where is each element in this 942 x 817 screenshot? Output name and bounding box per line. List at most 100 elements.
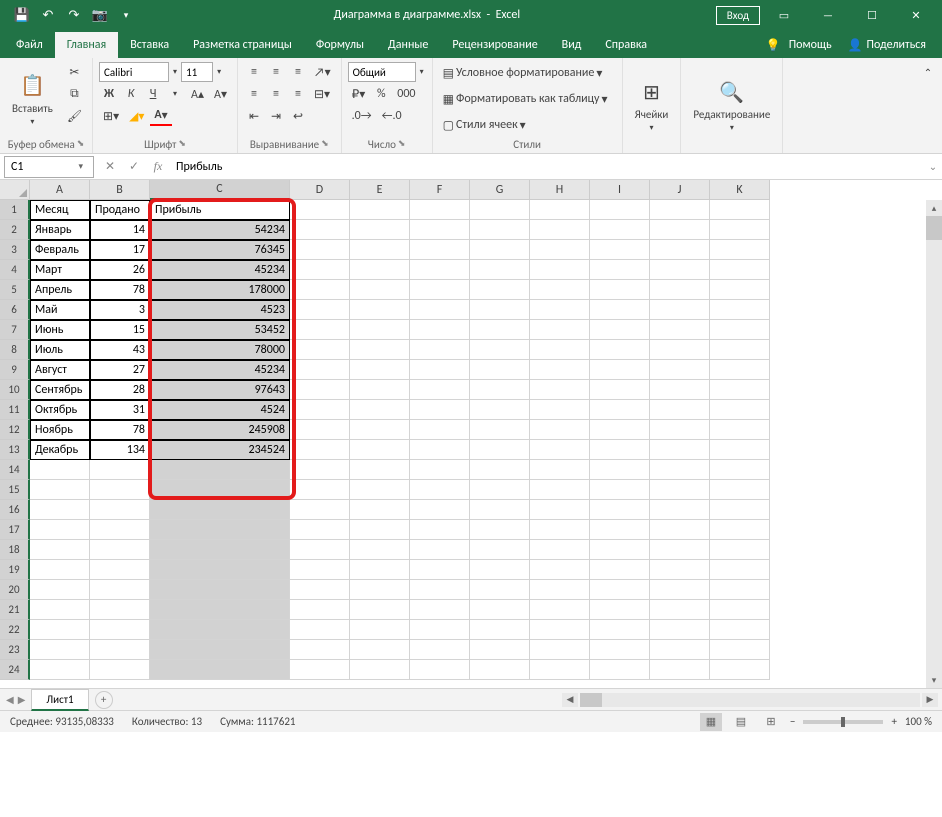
cell[interactable] (650, 580, 710, 600)
cell[interactable] (710, 600, 770, 620)
cell[interactable] (710, 460, 770, 480)
copy-icon[interactable]: ⧉ (63, 84, 86, 104)
cell[interactable] (350, 420, 410, 440)
chevron-down-icon[interactable]: ▾ (165, 84, 185, 104)
conditional-formatting-button[interactable]: ▤ Условное форматирование ▾ (439, 62, 616, 84)
cell[interactable] (290, 500, 350, 520)
expand-formula-bar-icon[interactable]: ⌄ (924, 160, 942, 173)
cell[interactable] (650, 460, 710, 480)
undo-icon[interactable]: ↶ (36, 3, 60, 27)
column-header[interactable]: D (290, 180, 350, 200)
cell[interactable] (410, 620, 470, 640)
cell[interactable] (90, 580, 150, 600)
cell[interactable] (530, 220, 590, 240)
column-header[interactable]: F (410, 180, 470, 200)
cell[interactable] (290, 380, 350, 400)
cell-styles-button[interactable]: ▢ Стили ячеек ▾ (439, 114, 616, 136)
cell[interactable] (290, 560, 350, 580)
align-left-icon[interactable]: ≡ (244, 84, 264, 104)
cell[interactable] (30, 660, 90, 680)
cell[interactable] (710, 280, 770, 300)
cell[interactable] (90, 600, 150, 620)
cell[interactable] (590, 520, 650, 540)
cell[interactable] (410, 440, 470, 460)
scroll-right-icon[interactable]: ▶ (922, 693, 938, 707)
cell[interactable] (290, 440, 350, 460)
cell[interactable] (150, 460, 290, 480)
cell[interactable] (470, 460, 530, 480)
column-header[interactable]: C (150, 180, 290, 200)
cell[interactable] (410, 500, 470, 520)
tab-review[interactable]: Рецензирование (440, 32, 549, 58)
dialog-launcher-icon[interactable]: ⬊ (321, 138, 329, 151)
currency-icon[interactable]: ₽▾ (348, 84, 370, 104)
cell[interactable] (710, 500, 770, 520)
cell[interactable] (470, 280, 530, 300)
cell[interactable]: 4523 (150, 300, 290, 320)
row-header[interactable]: 5 (0, 280, 30, 300)
row-header[interactable]: 18 (0, 540, 30, 560)
column-header[interactable]: G (470, 180, 530, 200)
cell[interactable] (30, 540, 90, 560)
cell[interactable] (350, 400, 410, 420)
cell[interactable] (590, 460, 650, 480)
cell[interactable] (470, 620, 530, 640)
cell[interactable] (290, 600, 350, 620)
cell[interactable] (530, 600, 590, 620)
chevron-down-icon[interactable]: ▾ (171, 67, 179, 77)
cell[interactable] (530, 200, 590, 220)
cell[interactable] (530, 580, 590, 600)
cell[interactable] (590, 620, 650, 640)
cell[interactable] (530, 320, 590, 340)
cell[interactable]: 17 (90, 240, 150, 260)
cell[interactable] (410, 560, 470, 580)
cell[interactable]: 76345 (150, 240, 290, 260)
cell[interactable] (470, 580, 530, 600)
column-header[interactable]: E (350, 180, 410, 200)
cell[interactable] (530, 520, 590, 540)
cell[interactable]: Апрель (30, 280, 90, 300)
format-painter-icon[interactable]: 🖌 (63, 106, 86, 126)
cell[interactable] (90, 520, 150, 540)
fill-color-icon[interactable]: ◢▾ (125, 106, 148, 126)
cell[interactable] (710, 380, 770, 400)
cell[interactable] (590, 240, 650, 260)
cell[interactable]: 43 (90, 340, 150, 360)
cell[interactable] (90, 560, 150, 580)
merge-icon[interactable]: ⊟▾ (310, 84, 334, 104)
cell[interactable]: Сентябрь (30, 380, 90, 400)
cell[interactable]: Август (30, 360, 90, 380)
vertical-scrollbar[interactable]: ▴ ▾ (926, 200, 942, 688)
cell[interactable]: 54234 (150, 220, 290, 240)
cell[interactable] (710, 400, 770, 420)
zoom-slider[interactable] (803, 720, 883, 724)
chevron-down-icon[interactable]: ▾ (215, 67, 223, 77)
cell[interactable]: 97643 (150, 380, 290, 400)
cell[interactable] (470, 480, 530, 500)
align-middle-icon[interactable]: ≡ (266, 62, 286, 82)
close-button[interactable]: ✕ (896, 0, 936, 30)
cell[interactable] (650, 640, 710, 660)
cell[interactable] (410, 540, 470, 560)
cancel-icon[interactable]: ✕ (98, 156, 122, 178)
cell[interactable] (350, 240, 410, 260)
cell[interactable]: Май (30, 300, 90, 320)
cell[interactable]: Февраль (30, 240, 90, 260)
row-header[interactable]: 13 (0, 440, 30, 460)
tab-insert[interactable]: Вставка (118, 32, 181, 58)
redo-icon[interactable]: ↷ (62, 3, 86, 27)
save-icon[interactable]: 💾 (10, 3, 34, 27)
cell[interactable] (290, 580, 350, 600)
cell[interactable] (350, 300, 410, 320)
cell[interactable] (710, 560, 770, 580)
cell[interactable]: 78 (90, 280, 150, 300)
cell[interactable] (650, 620, 710, 640)
cell[interactable] (470, 440, 530, 460)
cell[interactable] (590, 600, 650, 620)
cell[interactable] (350, 220, 410, 240)
cell[interactable] (350, 200, 410, 220)
cell[interactable] (30, 620, 90, 640)
camera-icon[interactable]: 📷 (88, 3, 112, 27)
zoom-in-button[interactable]: + (891, 715, 896, 728)
column-header[interactable]: B (90, 180, 150, 200)
